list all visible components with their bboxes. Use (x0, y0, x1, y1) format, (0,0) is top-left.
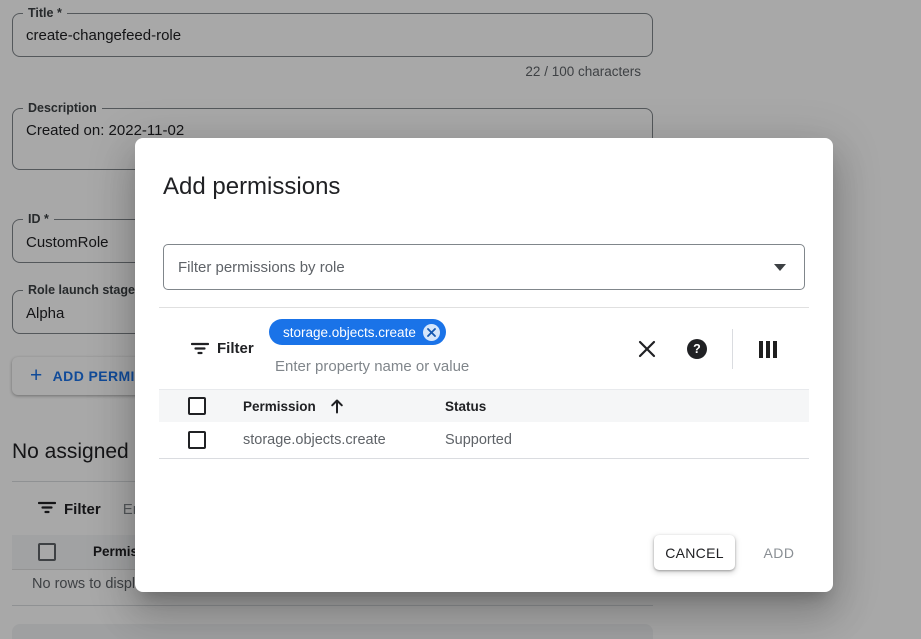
cancel-button[interactable]: CANCEL (654, 535, 735, 570)
filter-chip[interactable]: storage.objects.create (269, 319, 446, 345)
filter-chip-label: storage.objects.create (283, 325, 416, 340)
add-permissions-dialog: Add permissions Filter permissions by ro… (135, 138, 833, 592)
table-row[interactable]: storage.objects.create Supported (159, 422, 809, 459)
dialog-title: Add permissions (163, 173, 340, 201)
permission-cell: storage.objects.create (243, 432, 386, 448)
sort-ascending-icon[interactable] (329, 398, 345, 419)
filter-icon (191, 340, 209, 361)
chevron-down-icon (774, 264, 786, 271)
status-column-header[interactable]: Status (445, 399, 486, 414)
permission-column-header[interactable]: Permission (243, 399, 316, 414)
role-select-placeholder: Filter permissions by role (178, 259, 774, 276)
create-role-page: Title * create-changefeed-role 22 / 100 … (0, 0, 921, 639)
chip-remove-icon[interactable] (423, 324, 440, 341)
dialog-table-header: Permission Status (159, 389, 809, 422)
row-checkbox[interactable] (188, 431, 206, 449)
clear-filters-icon[interactable] (635, 337, 659, 361)
add-button[interactable]: ADD (749, 535, 809, 570)
divider (159, 307, 809, 308)
help-icon[interactable]: ? (685, 337, 709, 361)
dialog-filter-input[interactable]: Enter property name or value (275, 358, 469, 375)
dialog-filter-label: Filter (217, 340, 254, 357)
status-cell: Supported (445, 432, 512, 448)
filter-permissions-by-role-select[interactable]: Filter permissions by role (163, 244, 805, 290)
column-display-icon[interactable] (756, 337, 780, 361)
divider (732, 329, 733, 369)
select-all-checkbox[interactable] (188, 397, 206, 415)
